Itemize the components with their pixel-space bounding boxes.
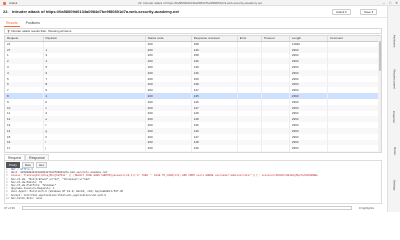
code-line: 10 Sec-Fetch-Site: none — [6, 197, 378, 200]
tab-positions[interactable]: Positions — [24, 20, 42, 27]
sidebar-item-attributes[interactable]: Attributes — [388, 26, 400, 56]
status-bar: 37 of 36 0 highlights — [4, 205, 382, 211]
request-panel: Pretty Raw Hex 1 GET / HTTP/1.1 2 Host: 0a5… — [4, 160, 382, 204]
page-title: Intruder attack of https://0a58009d0134a… — [12, 9, 179, 15]
attack-number: 22. — [3, 9, 9, 14]
sidebar-item-label: Attributes — [392, 34, 397, 48]
table-cell: 200 — [145, 151, 192, 152]
sidebar-item-label: Request panel — [392, 69, 397, 89]
filter-icon — [6, 29, 10, 33]
save-button[interactable]: Save ▾ — [360, 9, 378, 15]
attack-button[interactable]: Attack ▾ — [332, 9, 351, 15]
request-editor[interactable]: 1 GET / HTTP/1.1 2 Host: 0a58009d0134a0984d… — [6, 168, 378, 204]
highlights-count: 0 highlights — [358, 206, 374, 210]
sidebar-item-label: Notes — [392, 147, 397, 155]
tab-results[interactable]: Results — [4, 20, 20, 27]
code-text: Sec-Fetch-Site: none — [11, 196, 43, 200]
search-input[interactable] — [22, 206, 352, 210]
sidebar-item-notes[interactable]: Notes — [388, 136, 400, 166]
table-cell — [327, 151, 381, 152]
progress-text: 37 of 36 — [4, 206, 15, 210]
table-row[interactable]: 18k200147 2393 — [5, 151, 381, 152]
results-table[interactable]: Request Payload Status code Response receiv… — [4, 35, 382, 153]
table-cell: 18 — [5, 151, 44, 152]
table-cell — [237, 151, 262, 152]
scrollbar-thumb[interactable] — [378, 41, 381, 71]
table-cell: k — [43, 151, 146, 152]
attack-header: 22. Intruder attack of https://0a58009d0… — [0, 6, 387, 18]
sidebar-item-inspector[interactable]: Inspector — [388, 102, 400, 132]
table-cell: 2393 — [289, 151, 328, 152]
sidebar-item-label: Inspector — [392, 110, 397, 124]
table-scrollbar[interactable] — [378, 36, 381, 152]
filter-text: Intruder attack results filter: Showing … — [11, 29, 72, 33]
results-filter[interactable]: Intruder attack results filter: Showing … — [4, 28, 382, 34]
sidebar-item-request-panel[interactable]: Request panel — [388, 64, 400, 94]
table-cell — [261, 151, 290, 152]
sidebar-item-settings[interactable]: Settings — [388, 170, 400, 200]
attack-tabs: Results Positions — [4, 20, 42, 27]
table-cell: 147 — [191, 151, 238, 152]
sidebar-item-label: Settings — [392, 179, 397, 191]
inspector-sidebar: Attributes Request panel Inspector Notes… — [387, 6, 400, 212]
